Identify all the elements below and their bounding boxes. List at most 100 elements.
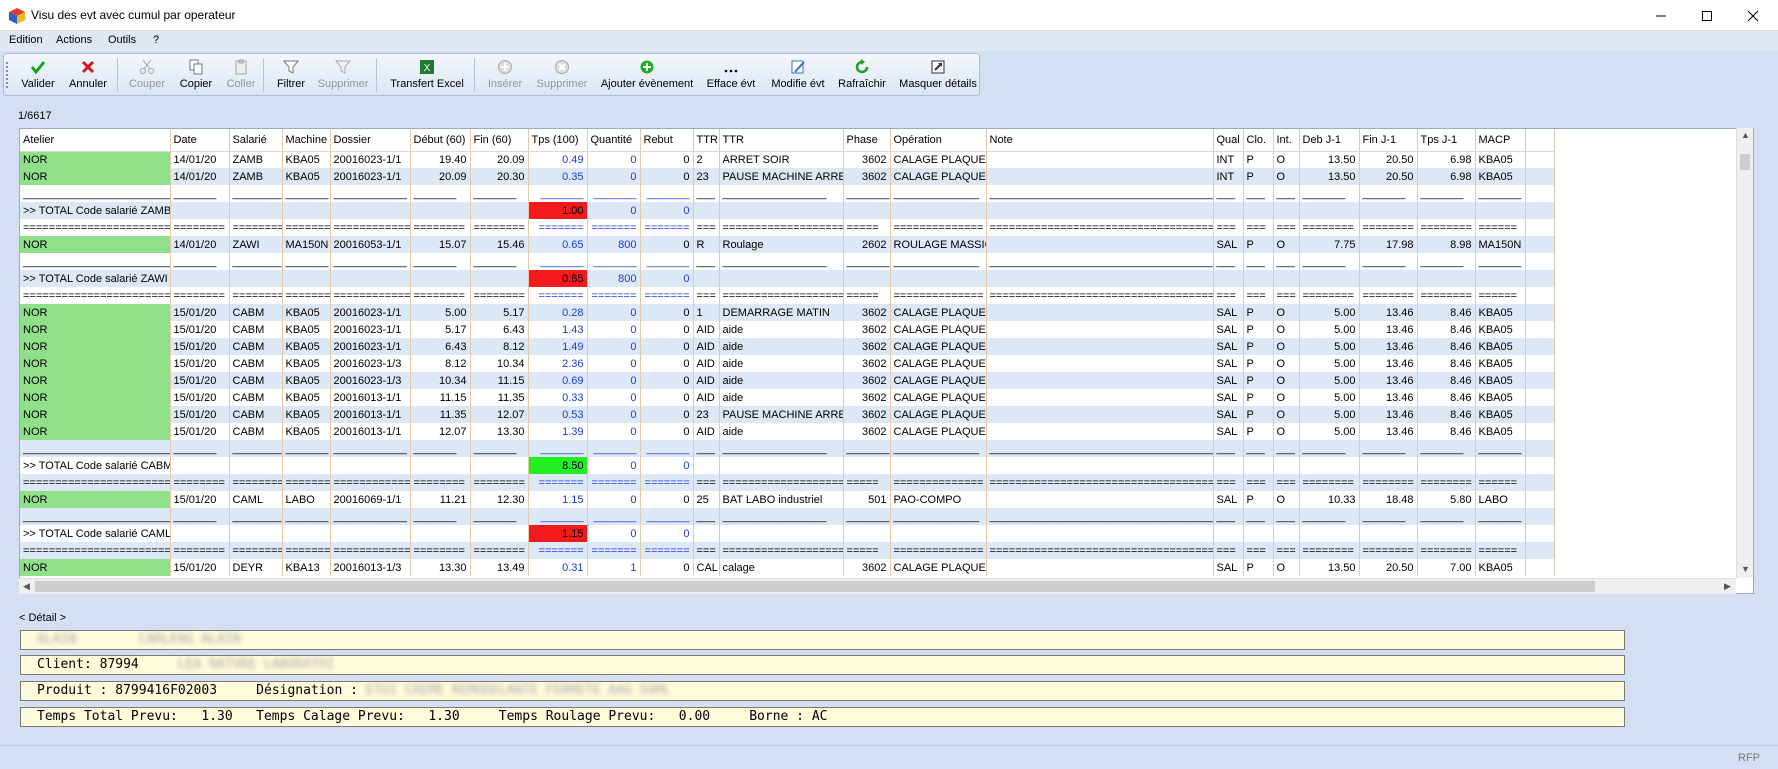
table-row[interactable]: NOR 14/01/20 ZAMB KBA05 20016023-1/1 20.09 20.…: [20, 168, 1555, 185]
separator-cell: ===: [693, 542, 720, 559]
column-header[interactable]: TTR: [693, 129, 720, 152]
horizontal-scrollbar[interactable]: ◀ ▶: [19, 578, 1736, 594]
table-row[interactable]: NOR 15/01/20 CAML LABO 20016069-1/1 11.21 12.3…: [20, 491, 1555, 508]
total-rebut: 0: [640, 525, 694, 542]
table-row[interactable]: NOR 15/01/20 CABM KBA05 20016023-1/1 5.17 6.43…: [20, 321, 1555, 338]
toolbar-button-supprimer[interactable]: Supprimer: [533, 56, 591, 94]
table-cell: [1359, 202, 1418, 219]
separator-cell: ========: [410, 474, 471, 491]
toolbar-button-filtrer[interactable]: Filtrer: [271, 56, 311, 94]
table-row[interactable]: NOR 15/01/20 DEYR KBA13 20016013-1/3 13.30 13.…: [20, 559, 1555, 576]
table-row[interactable]: NOR 15/01/20 CABM KBA05 20016023-1/1 6.43 8.12…: [20, 338, 1555, 355]
column-header[interactable]: Machine: [282, 129, 331, 152]
column-header[interactable]: [1525, 129, 1555, 152]
column-header[interactable]: Phase: [843, 129, 891, 152]
table-row[interactable]: NOR 15/01/20 CABM KBA05 20016023-1/3 10.34 11.…: [20, 372, 1555, 389]
separator-cell: _______: [470, 440, 529, 457]
table-row[interactable]: NOR 15/01/20 CABM KBA05 20016013-1/1 11.15 11.…: [20, 389, 1555, 406]
table-cell: 0: [640, 389, 694, 406]
toolbar-grip[interactable]: [6, 62, 9, 88]
toolbar-button-efface-vt[interactable]: Efface évt: [701, 56, 761, 94]
maximize-button[interactable]: [1684, 0, 1730, 31]
column-header[interactable]: Deb J-1: [1299, 129, 1360, 152]
table-row[interactable]: NOR 15/01/20 CABM KBA05 20016023-1/3 8.12 10.3…: [20, 355, 1555, 372]
column-header[interactable]: TTR: [719, 129, 844, 152]
separator-row[interactable]: ________________________ _______ ________ _…: [20, 508, 1555, 525]
column-header[interactable]: Fin J-1: [1359, 129, 1418, 152]
total-quantite: 0: [587, 202, 641, 219]
group-separator-row[interactable]: ======================== ======== ========…: [20, 542, 1555, 559]
table-cell: 20.50: [1359, 559, 1418, 576]
separator-cell: _______: [640, 440, 694, 457]
column-header[interactable]: Date: [170, 129, 230, 152]
table-row[interactable]: NOR 15/01/20 CABM KBA05 20016023-1/1 5.00 5.17…: [20, 304, 1555, 321]
scroll-left-icon[interactable]: ◀: [23, 581, 30, 592]
column-header[interactable]: MACP: [1475, 129, 1526, 152]
scroll-up-icon[interactable]: ▲: [1741, 130, 1750, 140]
separator-row[interactable]: ________________________ _______ ________ _…: [20, 253, 1555, 270]
toolbar-button-modifie-vt[interactable]: Modifie évt: [768, 56, 828, 94]
client-label: Client:: [37, 657, 92, 672]
toolbar-button-label: Supprimer: [317, 78, 369, 90]
separator-row[interactable]: ________________________ _______ ________ _…: [20, 185, 1555, 202]
toolbar-button-coller[interactable]: Coller: [222, 56, 260, 94]
menu-outils[interactable]: Outils: [108, 34, 136, 46]
data-grid[interactable]: Atelier Date Salarié Machine Dossier Début (6…: [19, 128, 1754, 594]
toolbar-button-rafra-chir[interactable]: Rafraîchir: [834, 56, 890, 94]
table-cell: 20016013-1/1: [330, 389, 411, 406]
table-row[interactable]: NOR 14/01/20 ZAMB KBA05 20016023-1/1 19.40 20.…: [20, 151, 1555, 168]
separator-row[interactable]: ________________________ _______ ________ _…: [20, 440, 1555, 457]
total-row[interactable]: >> TOTAL Code salarié ZAWI 0.65 800 0: [20, 270, 1555, 287]
toolbar-button-masquer-d-tails[interactable]: Masquer détails: [896, 56, 980, 94]
column-header[interactable]: Quantité: [587, 129, 641, 152]
column-header[interactable]: Fin (60): [470, 129, 529, 152]
toolbar-button-transfert-excel[interactable]: X Transfert Excel: [386, 56, 468, 94]
separator-cell: ===================================: [986, 287, 1214, 304]
column-header[interactable]: Opération: [890, 129, 987, 152]
toolbar-button-valider[interactable]: Valider: [18, 56, 58, 94]
separator-cell: ========================: [20, 287, 171, 304]
scroll-down-icon[interactable]: ▼: [1741, 564, 1750, 574]
toolbar-button-annuler[interactable]: Annuler: [66, 56, 110, 94]
group-separator-row[interactable]: ======================== ======== ========…: [20, 474, 1555, 491]
toolbar-button-couper[interactable]: Couper: [126, 56, 168, 94]
column-header[interactable]: Dossier: [330, 129, 411, 152]
menu-actions[interactable]: Actions: [56, 34, 92, 46]
group-separator-row[interactable]: ======================== ======== ========…: [20, 287, 1555, 304]
total-row[interactable]: >> TOTAL Code salarié CAML 1.15 0 0: [20, 525, 1555, 542]
column-header[interactable]: Int.: [1273, 129, 1300, 152]
separator-cell: =======: [282, 474, 331, 491]
column-header[interactable]: Qual: [1213, 129, 1244, 152]
separator-cell: ===================================: [986, 542, 1214, 559]
minimize-button[interactable]: [1638, 0, 1684, 31]
group-separator-row[interactable]: ======================== ======== ========…: [20, 219, 1555, 236]
toolbar-button-ajouter-v-nement[interactable]: Ajouter évènement: [598, 56, 696, 94]
table-cell: aide: [719, 372, 844, 389]
column-header[interactable]: Tps J-1: [1417, 129, 1476, 152]
total-row[interactable]: >> TOTAL Code salarié ZAMB 1.00 0 0: [20, 202, 1555, 219]
column-header[interactable]: Atelier: [20, 129, 171, 152]
scroll-right-icon[interactable]: ▶: [1724, 581, 1731, 592]
vertical-scroll-thumb[interactable]: [1740, 154, 1750, 170]
toolbar-button-copier[interactable]: Copier: [176, 56, 216, 94]
horizontal-scroll-thumb[interactable]: [35, 581, 1595, 592]
table-row[interactable]: NOR 15/01/20 CABM KBA05 20016013-1/1 12.07 13.…: [20, 423, 1555, 440]
close-button[interactable]: [1730, 0, 1776, 31]
separator-cell: ___: [1213, 253, 1244, 270]
column-header[interactable]: Tps (100): [528, 129, 588, 152]
toolbar-button-supprimer[interactable]: Supprimer: [314, 56, 372, 94]
total-row[interactable]: >> TOTAL Code salarié CABM 8.50 0 0: [20, 457, 1555, 474]
column-header[interactable]: Rebut: [640, 129, 694, 152]
vertical-scrollbar[interactable]: ▲ ▼: [1736, 128, 1753, 578]
toolbar-button-ins-rer[interactable]: Insérer: [482, 56, 528, 94]
separator-cell: ========: [410, 542, 471, 559]
table-cell: CABM: [229, 321, 283, 338]
column-header[interactable]: Clo.: [1243, 129, 1274, 152]
menu-help[interactable]: ?: [153, 34, 159, 46]
table-row[interactable]: NOR 14/01/20 ZAWI MA150N 20016053-1/1 15.07 15…: [20, 236, 1555, 253]
column-header[interactable]: Salarié: [229, 129, 283, 152]
column-header[interactable]: Début (60): [410, 129, 471, 152]
column-header[interactable]: Note: [986, 129, 1214, 152]
table-row[interactable]: NOR 15/01/20 CABM KBA05 20016013-1/1 11.35 12.…: [20, 406, 1555, 423]
menu-edition[interactable]: Edition: [9, 34, 43, 46]
